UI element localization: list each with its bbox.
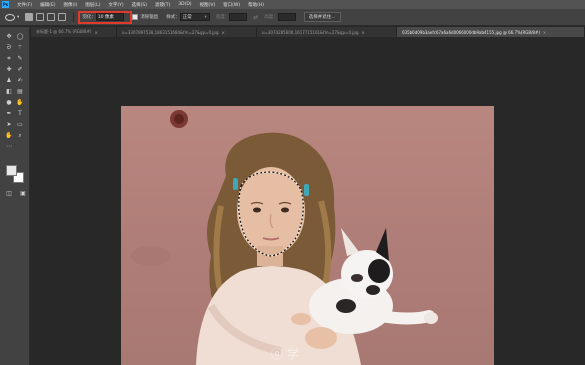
intersect-selection-icon[interactable] (58, 13, 67, 21)
document-image[interactable]: ⓞ 学 (121, 106, 494, 365)
tools-panel: ✥ ◯ ᘐ ⚚ ⌗ ✎ ✚ ✐ ♟ ✍ ◧ ▤ ● ✋ ✒ T ➤ ▭ ✋ ⌕ ⋯ ◫ ▣ (0, 27, 30, 365)
document-tabs: 未标题-1 @ 66.7% (RGB/8#) × u=3307897538,186… (31, 27, 585, 37)
lasso-tool-preset-icon[interactable] (5, 13, 15, 21)
marquee-icon[interactable]: ◯ (16, 33, 24, 41)
menu-filter[interactable]: 滤镜(T) (155, 2, 170, 8)
close-icon[interactable]: × (543, 30, 546, 35)
width-label: 宽度： (215, 15, 230, 20)
magic-wand-icon[interactable]: ⚚ (16, 44, 24, 52)
subtract-from-selection-icon[interactable] (47, 13, 56, 21)
divider (73, 12, 75, 22)
brush-icon[interactable]: ✐ (16, 66, 24, 74)
screen-mode-icon[interactable]: ▣ (19, 190, 27, 198)
history-brush-icon[interactable]: ✍ (16, 77, 24, 85)
more-tools-icon[interactable]: ⋯ (5, 143, 13, 151)
photoshop-logo[interactable]: Ps (2, 1, 9, 8)
pen-icon[interactable]: ✒ (5, 110, 13, 118)
menu-view[interactable]: 视图(V) (200, 2, 216, 8)
height-input[interactable] (277, 13, 296, 21)
menu-3d[interactable]: 3D(D) (178, 2, 191, 7)
menu-window[interactable]: 窗口(W) (223, 2, 240, 8)
move-icon[interactable]: ✥ (5, 33, 13, 41)
preset-caret-icon[interactable]: ▾ (17, 15, 19, 20)
menu-bar: Ps 文件(F) 编辑(E) 图像(I) 图层(L) 文字(Y) 选择(S) 滤… (0, 0, 585, 9)
dog-nose (366, 285, 380, 295)
dodge-icon[interactable]: ✋ (16, 99, 24, 107)
dog-leg (375, 310, 435, 325)
eyedropper-icon[interactable]: ✎ (16, 55, 24, 63)
healing-icon[interactable]: ✚ (5, 66, 13, 74)
tab-label: 未标题-1 @ 66.7% (RGB/8#) (36, 29, 92, 34)
add-to-selection-icon[interactable] (36, 13, 45, 21)
eraser-icon[interactable]: ◧ (5, 88, 13, 96)
style-label: 样式： (166, 15, 180, 20)
wall-hole-inner (174, 114, 184, 124)
height-label: 高度： (264, 15, 278, 20)
crop-icon[interactable]: ⌗ (5, 55, 13, 63)
hand (305, 327, 337, 349)
menu-type[interactable]: 文字(Y) (108, 2, 123, 8)
chevron-down-icon: ▾ (204, 14, 207, 20)
canvas-area[interactable]: ⓞ 学 (31, 37, 585, 365)
tab-label: u=3307897538,1863151684&fm=27&gp=0.jpg (122, 29, 219, 35)
gradient-icon[interactable]: ▤ (16, 88, 24, 96)
menu-help[interactable]: 帮助(H) (248, 2, 264, 8)
menu-image[interactable]: 图像(I) (63, 2, 77, 8)
blur-icon[interactable]: ● (5, 99, 13, 107)
rectangle-icon[interactable]: ▭ (16, 121, 24, 129)
menu-edit[interactable]: 编辑(E) (40, 2, 55, 8)
path-select-icon[interactable]: ➤ (5, 121, 13, 129)
zoom-icon[interactable]: ⌕ (16, 132, 24, 140)
right-eye (281, 207, 289, 213)
swap-icon[interactable]: ⇄ (253, 14, 258, 21)
tab-document-3[interactable]: u=3074285600,1617715161&fm=27&gp=0.jpg × (257, 27, 397, 37)
hair-clip (304, 184, 309, 196)
tab-document-1[interactable]: 未标题-1 @ 66.7% (RGB/8#) × (31, 27, 117, 37)
dog-spot (336, 299, 356, 313)
lasso-icon[interactable]: ᘐ (5, 44, 13, 52)
watermark: ⓞ 学 (271, 346, 299, 361)
type-icon[interactable]: T (16, 110, 24, 118)
dog-left-ear (341, 228, 359, 256)
width-input[interactable] (229, 13, 248, 21)
menu-layer[interactable]: 图层(L) (85, 2, 100, 8)
hand-icon[interactable]: ✋ (5, 132, 13, 140)
tab-label: u=3074285600,1617715161&fm=27&gp=0.jpg (262, 29, 359, 35)
select-and-mask-button[interactable]: 选择并遮住... (303, 12, 341, 22)
dog-paw (424, 312, 438, 324)
hand (291, 313, 311, 325)
new-selection-icon[interactable] (25, 13, 34, 21)
tab-label: 035b6d09b3aefc67a6a6d0066000db9ab4155.jp… (402, 29, 540, 35)
quick-mask-icon[interactable]: ◫ (5, 190, 13, 198)
stamp-icon[interactable]: ♟ (5, 77, 13, 85)
hair-clip (233, 178, 238, 190)
close-icon[interactable]: × (95, 30, 98, 35)
close-icon[interactable]: × (221, 30, 224, 35)
dog-eye-patch (368, 259, 390, 283)
style-select[interactable]: 正常 ▾ (179, 13, 210, 21)
menu-file[interactable]: 文件(F) (17, 2, 32, 8)
tab-document-4[interactable]: 035b6d09b3aefc67a6a6d0066000db9ab4155.jp… (397, 27, 585, 37)
foreground-color-swatch[interactable] (6, 165, 17, 176)
wall-stain (131, 246, 171, 266)
left-eye (253, 207, 261, 213)
dog-eye (351, 274, 363, 282)
menu-select[interactable]: 选择(S) (132, 2, 147, 8)
antialias-label: 消除锯齿 (140, 15, 159, 20)
photo-illustration: ⓞ 学 (131, 110, 438, 365)
feather-highlight-box (78, 11, 132, 24)
tab-document-2[interactable]: u=3307897538,1863151684&fm=27&gp=0.jpg × (117, 27, 257, 37)
close-icon[interactable]: × (361, 30, 364, 35)
face (237, 167, 305, 255)
style-select-value: 正常 (182, 15, 192, 20)
antialias-checkbox[interactable] (132, 14, 139, 20)
